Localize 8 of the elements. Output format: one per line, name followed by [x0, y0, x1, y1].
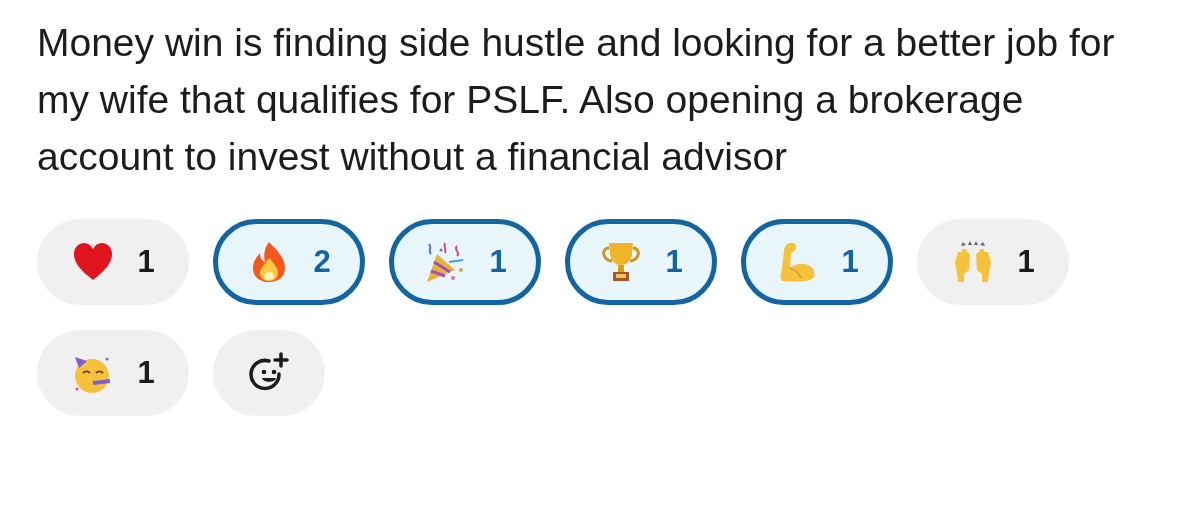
- reaction-button[interactable]: 1: [565, 219, 717, 305]
- reaction-button[interactable]: 1: [37, 219, 189, 305]
- reaction-button[interactable]: 2: [213, 219, 365, 305]
- reaction-button[interactable]: 1: [37, 330, 189, 416]
- reaction-button[interactable]: 1: [741, 219, 893, 305]
- reaction-button[interactable]: 1: [389, 219, 541, 305]
- reaction-button[interactable]: 1: [917, 219, 1069, 305]
- message-text: Money win is finding side hustle and looking for a better job for my wife that qualifies for PSLF. Also opening a brokerage account to invest without a financial advisor: [37, 20, 1116, 180]
